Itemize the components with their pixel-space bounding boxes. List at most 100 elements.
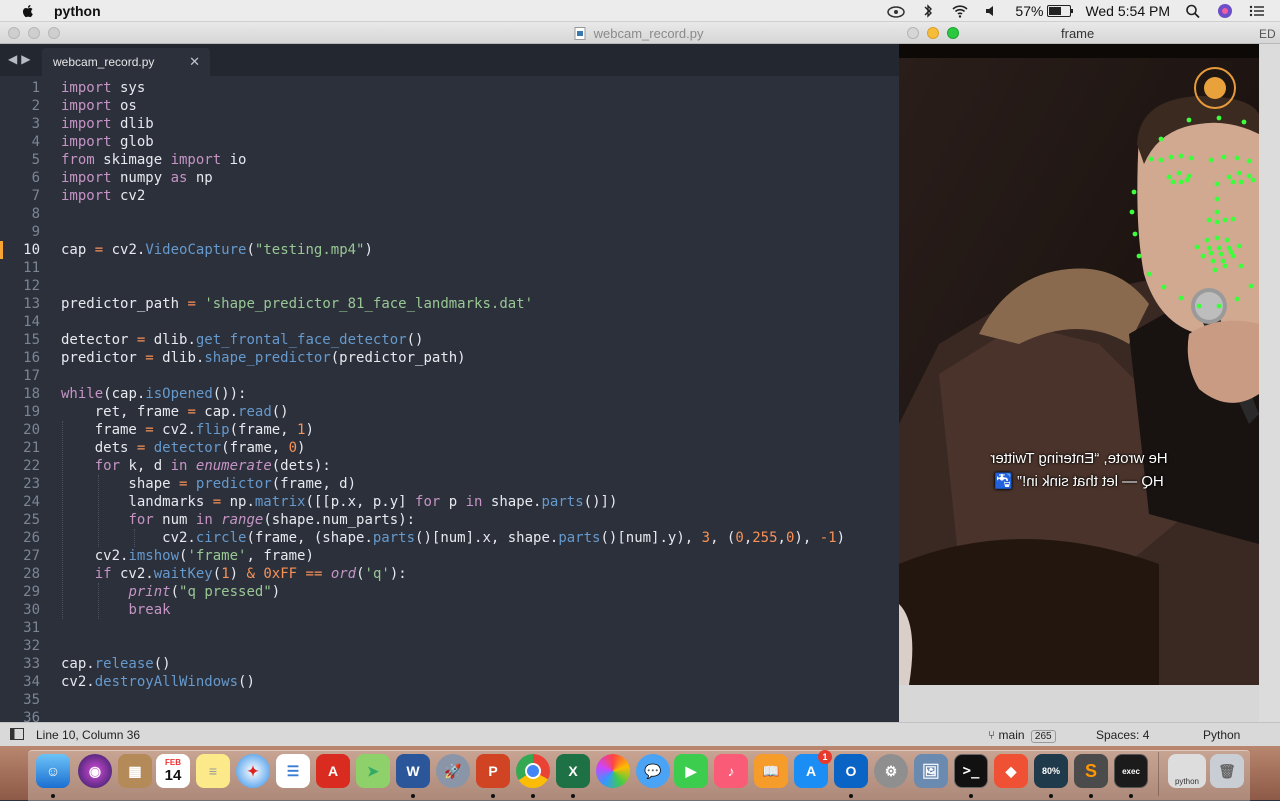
word-icon[interactable]: W xyxy=(396,754,430,788)
code-line: ret, frame = cap.read() xyxy=(61,404,289,420)
system-preferences-icon[interactable]: ⚙ xyxy=(874,754,908,788)
code-line: predictor_path = 'shape_predictor_81_fac… xyxy=(61,296,534,312)
notes-icon[interactable]: ≡ xyxy=(196,754,230,788)
line-number: 8 xyxy=(31,206,40,222)
video-frame-image xyxy=(899,44,1259,685)
line-number: 24 xyxy=(23,494,40,510)
calendar-icon[interactable]: FEB 14 xyxy=(156,754,190,788)
archive-utility-icon[interactable]: ▦ xyxy=(118,754,152,788)
code-editor[interactable]: 1 2 3 4 5 6 7 8 9 10 11 12 13 14 15 16 17 18 19 20 21 22 23 24 2… xyxy=(0,76,900,722)
trash-icon[interactable]: 🗑 xyxy=(1210,754,1244,788)
messages-icon[interactable]: 💬 xyxy=(636,754,670,788)
code-line: dets = detector(frame, 0) xyxy=(61,440,306,456)
siri-icon[interactable] xyxy=(1216,3,1234,19)
code-line: import sys xyxy=(61,80,146,96)
app-store-icon[interactable]: A 1 xyxy=(794,750,832,788)
line-number: 2 xyxy=(31,98,40,114)
tab-bar: ◀▶ webcam_record.py ✕ xyxy=(0,44,900,76)
code-text[interactable]: import sys import os import dlib import … xyxy=(61,79,845,722)
indentation-setting[interactable]: Spaces: 4 xyxy=(1096,728,1149,742)
terminal-icon[interactable]: >_ xyxy=(954,754,988,788)
syntax-setting[interactable]: Python xyxy=(1203,728,1240,742)
launchpad-icon[interactable]: 🚀 xyxy=(436,754,470,788)
line-number: 17 xyxy=(23,368,40,384)
code-line: import numpy as np xyxy=(61,170,213,186)
apple-menu-icon[interactable] xyxy=(20,3,36,19)
tab-forward-icon[interactable]: ▶ xyxy=(21,52,34,66)
tab-webcam-record[interactable]: webcam_record.py ✕ xyxy=(42,48,210,76)
editor-title-bar[interactable]: webcam_record.py xyxy=(0,22,900,44)
line-number: 14 xyxy=(23,314,40,330)
reminders-icon[interactable]: ☰ xyxy=(276,754,310,788)
line-number: 31 xyxy=(23,620,40,636)
outlook-icon[interactable]: O xyxy=(834,754,868,788)
books-icon[interactable]: 📖 xyxy=(754,754,788,788)
git-branch-status[interactable]: ⑂ main 265 xyxy=(988,728,1056,743)
minimize-button[interactable] xyxy=(28,27,40,39)
frame-minimize-button[interactable] xyxy=(927,27,939,39)
safari-icon[interactable]: ✦ xyxy=(236,754,270,788)
frame-window-title-bar[interactable]: frame ED xyxy=(899,22,1280,44)
finder-icon[interactable]: ☺ xyxy=(36,754,70,788)
code-line: for k, d in enumerate(dets): xyxy=(94,458,331,474)
video-subtitle-line-2: HQ — let that sink in!” 🚰 xyxy=(994,473,1164,490)
chrome-icon[interactable] xyxy=(516,754,550,788)
frame-window-controls xyxy=(907,27,959,39)
code-line: frame = cv2.flip(frame, 1) xyxy=(61,422,314,438)
sublime-text-icon[interactable]: S xyxy=(1074,754,1108,788)
branch-icon: ⑂ xyxy=(988,728,996,742)
line-number: 1 xyxy=(31,80,40,96)
code-line: while(cap.isOpened()): xyxy=(61,386,247,402)
preview-icon[interactable]: 🖼 xyxy=(914,754,948,788)
line-number: 33 xyxy=(23,656,40,672)
code-line: from skimage import io xyxy=(61,152,247,168)
app-name-menu[interactable]: python xyxy=(54,3,101,19)
editor-window-title: webcam_record.py xyxy=(574,26,703,41)
git-client-icon[interactable]: ◆ xyxy=(994,754,1028,788)
siri-dock-icon[interactable]: ◉ xyxy=(78,754,112,788)
wifi-icon[interactable] xyxy=(951,3,969,19)
dock-separator xyxy=(1158,752,1159,796)
maps-icon[interactable]: ➤ xyxy=(356,754,390,788)
tab-back-icon[interactable]: ◀ xyxy=(8,52,21,66)
python-window-thumbnail[interactable]: python xyxy=(1168,754,1206,788)
tab-close-icon[interactable]: ✕ xyxy=(189,54,200,70)
calendar-day: 14 xyxy=(164,767,182,784)
close-button[interactable] xyxy=(8,27,20,39)
volume-icon[interactable] xyxy=(983,3,1001,19)
status-bar: Line 10, Column 36 ⑂ main 265 Spaces: 4 … xyxy=(0,722,1280,746)
acrobat-icon[interactable]: A xyxy=(316,754,350,788)
notification-center-icon[interactable] xyxy=(1248,3,1266,19)
sidebar-toggle-icon[interactable] xyxy=(10,728,24,740)
spotlight-search-icon[interactable] xyxy=(1184,3,1202,19)
powerpoint-icon[interactable]: P xyxy=(476,754,510,788)
frame-close-button[interactable] xyxy=(907,27,919,39)
menu-bar: python 57% Wed 5:54 PM xyxy=(0,0,1280,22)
tab-label: webcam_record.py xyxy=(53,55,155,69)
video-subtitle-line-1: He wrote, “Entering Twitter xyxy=(990,450,1168,467)
line-number: 36 xyxy=(23,710,40,722)
line-number: 20 xyxy=(23,422,40,438)
battery-icon xyxy=(1047,4,1074,17)
exec-terminal-icon[interactable]: exec xyxy=(1114,754,1148,788)
zoom-button[interactable] xyxy=(48,27,60,39)
line-number: 29 xyxy=(23,584,40,600)
photos-icon[interactable] xyxy=(596,754,630,788)
frame-zoom-button[interactable] xyxy=(947,27,959,39)
python-thumbnail-label: python xyxy=(1174,777,1200,786)
music-icon[interactable]: ♪ xyxy=(714,754,748,788)
facetime-icon[interactable]: ▶ xyxy=(674,754,708,788)
battery-status[interactable]: 57% xyxy=(1015,3,1074,19)
bluetooth-icon[interactable] xyxy=(919,3,937,19)
excel-icon[interactable]: X xyxy=(556,754,590,788)
line-number: 26 xyxy=(23,530,40,546)
cursor-position[interactable]: Line 10, Column 36 xyxy=(36,728,140,742)
clock[interactable]: Wed 5:54 PM xyxy=(1085,3,1170,19)
frame-corner-label: ED xyxy=(1259,27,1276,41)
activity-monitor-icon[interactable]: 80% xyxy=(1034,754,1068,788)
creative-cloud-icon[interactable] xyxy=(887,3,906,19)
